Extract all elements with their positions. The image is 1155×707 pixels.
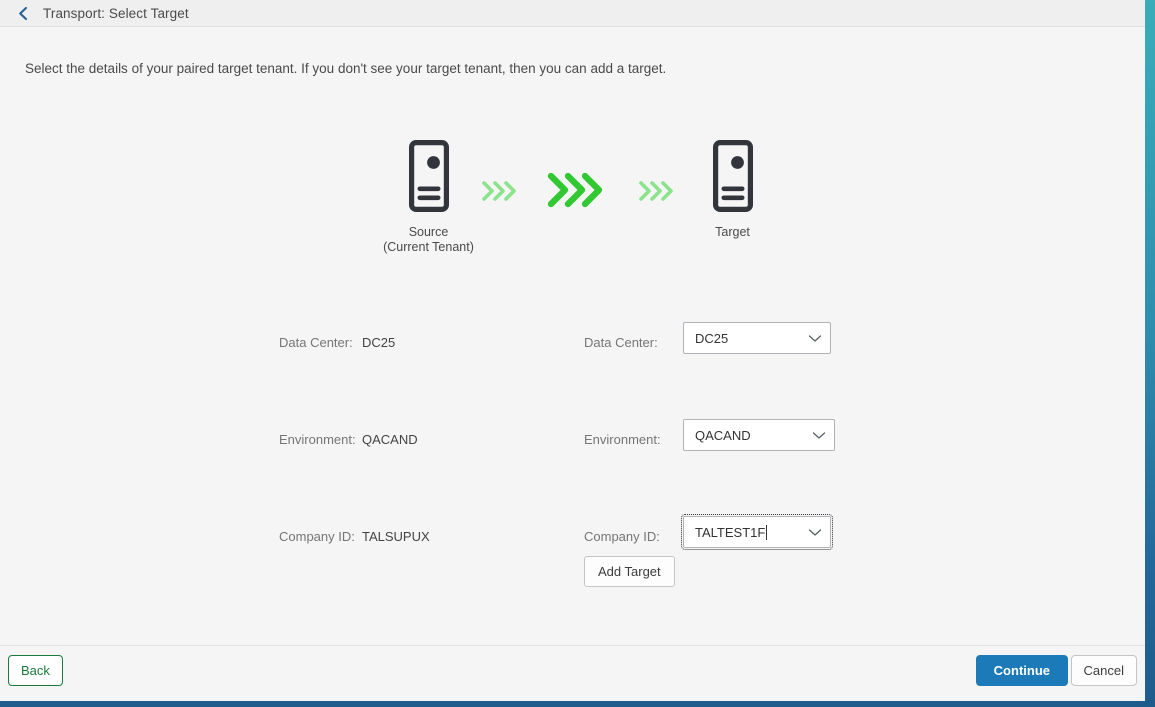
chevron-arrows-pale (482, 181, 516, 201)
chevron-left-glyph (18, 6, 27, 20)
target-label-environment: Environment: (584, 432, 661, 447)
triple-chevron-right-icon-left (480, 178, 522, 207)
source-label-environment: Environment: (279, 432, 356, 447)
company-id-select-wrapper: TALTEST1F (695, 524, 768, 540)
source-label-data-center: Data Center: (279, 335, 353, 350)
app-window: Transport: Select Target Select the deta… (0, 0, 1145, 701)
chevron-down-glyph (808, 528, 822, 536)
chevron-arrows-bright (547, 172, 603, 208)
form-row-data-center: Data Center: DC25 Data Center: DC25 (0, 322, 1145, 419)
transport-diagram: Source (Current Tenant) Target (0, 140, 1145, 300)
form-row-environment: Environment: QACAND Environment: QACAND (0, 419, 1145, 516)
data-center-select-value: DC25 (695, 330, 729, 346)
page-footer: Back Continue Cancel (0, 645, 1145, 695)
chevron-down-icon (808, 334, 822, 343)
source-label-company-id: Company ID: (279, 529, 355, 544)
source-value-company-id: TALSUPUX (362, 529, 430, 544)
tenant-server-icon (408, 140, 449, 212)
company-id-select[interactable]: TALTEST1F (681, 514, 833, 550)
target-tenant-block: Target (645, 140, 820, 240)
chevron-down-glyph (808, 334, 822, 342)
target-label-company-id: Company ID: (584, 529, 660, 544)
page-header: Transport: Select Target (0, 0, 1145, 27)
page-title: Transport: Select Target (43, 5, 189, 21)
source-caption: Source (Current Tenant) (330, 225, 527, 254)
add-target-button[interactable]: Add Target (584, 556, 675, 587)
intro-description: Select the details of your paired target… (25, 61, 667, 76)
source-value-data-center: DC25 (362, 335, 396, 350)
chevron-left-icon[interactable] (12, 2, 34, 24)
text-caret (766, 524, 768, 540)
source-value-environment: QACAND (362, 432, 418, 447)
target-label-data-center: Data Center: (584, 335, 658, 350)
continue-button[interactable]: Continue (975, 655, 1068, 686)
target-caption: Target (645, 225, 820, 240)
data-center-select[interactable]: DC25 (683, 322, 831, 354)
chevron-down-glyph (812, 431, 826, 439)
source-caption-line1: Source (408, 225, 449, 239)
target-caption-line1: Target (715, 225, 750, 239)
form-row-company-id: Company ID: TALSUPUX Company ID: TALTEST… (0, 514, 1145, 613)
target-form: Data Center: DC25 Data Center: DC25 Envi… (0, 322, 1145, 613)
right-edge-accent-strip (1145, 0, 1155, 707)
page-content: Select the details of your paired target… (0, 27, 1145, 645)
triple-chevron-right-icon-center (545, 168, 607, 215)
back-button[interactable]: Back (8, 655, 63, 686)
chevron-down-icon (808, 528, 822, 537)
source-caption-line2: (Current Tenant) (383, 239, 474, 254)
cancel-button[interactable]: Cancel (1070, 655, 1137, 686)
chevron-down-icon (812, 431, 826, 440)
company-id-select-value: TALTEST1F (695, 524, 766, 540)
environment-select[interactable]: QACAND (683, 419, 835, 451)
tenant-server-icon (712, 140, 753, 212)
bottom-accent-bar (0, 701, 1145, 707)
environment-select-value: QACAND (695, 427, 751, 443)
